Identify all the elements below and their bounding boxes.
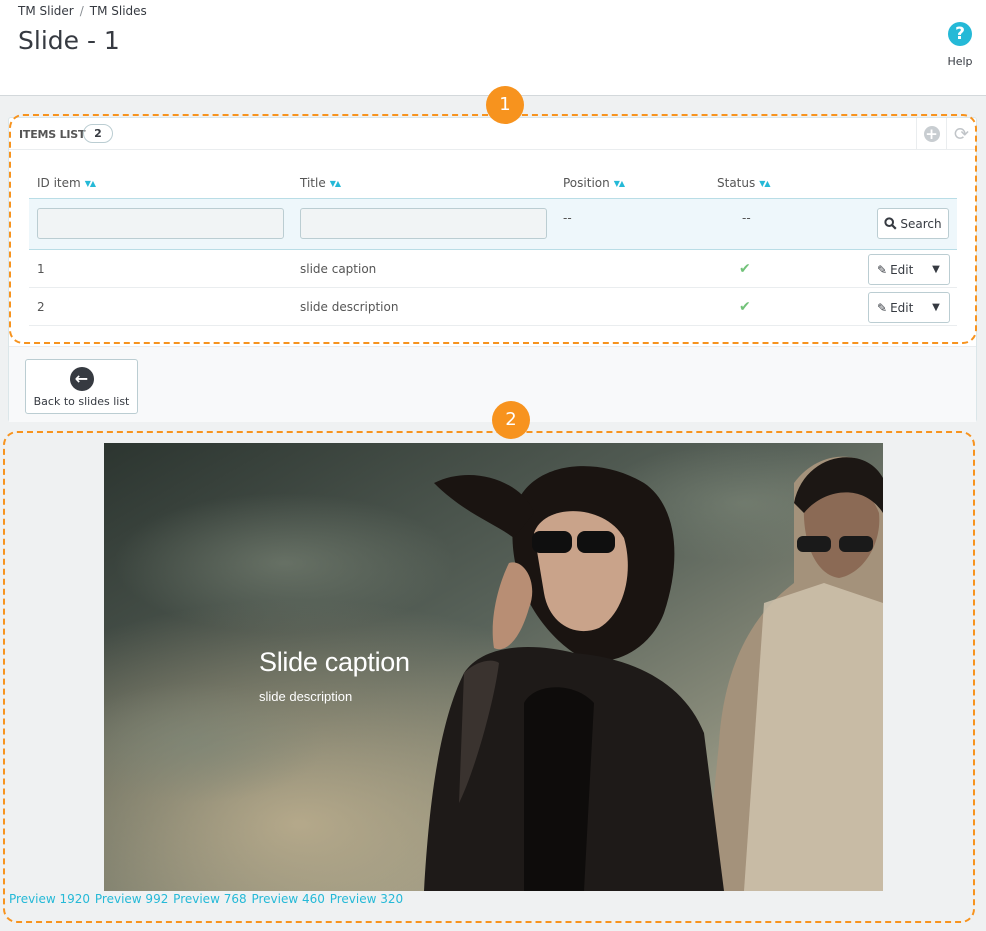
preview-1920-link[interactable]: Preview 1920 <box>9 892 90 906</box>
preview-992-link[interactable]: Preview 992 <box>95 892 168 906</box>
back-to-slides-button[interactable]: ← Back to slides list <box>25 359 138 414</box>
callout-badge-2: 2 <box>492 401 530 439</box>
help-button[interactable]: ? Help <box>944 22 976 68</box>
breadcrumb: TM Slider / TM Slides <box>18 4 147 18</box>
back-label: Back to slides list <box>33 395 130 408</box>
breadcrumb-separator: / <box>79 4 84 18</box>
preview-links: Preview 1920 Preview 992 Preview 768 Pre… <box>9 892 404 906</box>
preview-768-link[interactable]: Preview 768 <box>173 892 246 906</box>
breadcrumb-item-tm-slides[interactable]: TM Slides <box>90 4 147 18</box>
slide-preview: Slide caption slide description <box>104 443 883 891</box>
panel-footer: ← Back to slides list <box>9 346 976 422</box>
callout-frame-1 <box>9 114 977 344</box>
slide-description: slide description <box>259 689 353 704</box>
callout-badge-1: 1 <box>486 86 524 124</box>
preview-460-link[interactable]: Preview 460 <box>251 892 324 906</box>
page-header: TM Slider / TM Slides Slide - 1 ? Help <box>0 0 986 96</box>
question-circle-icon: ? <box>948 22 972 46</box>
preview-320-link[interactable]: Preview 320 <box>330 892 403 906</box>
breadcrumb-item-tm-slider[interactable]: TM Slider <box>18 4 74 18</box>
slide-background-image <box>104 443 883 891</box>
page-title: Slide - 1 <box>18 26 120 55</box>
arrow-left-circle-icon: ← <box>69 367 94 391</box>
help-label: Help <box>947 55 973 68</box>
slide-caption: Slide caption <box>259 647 410 677</box>
